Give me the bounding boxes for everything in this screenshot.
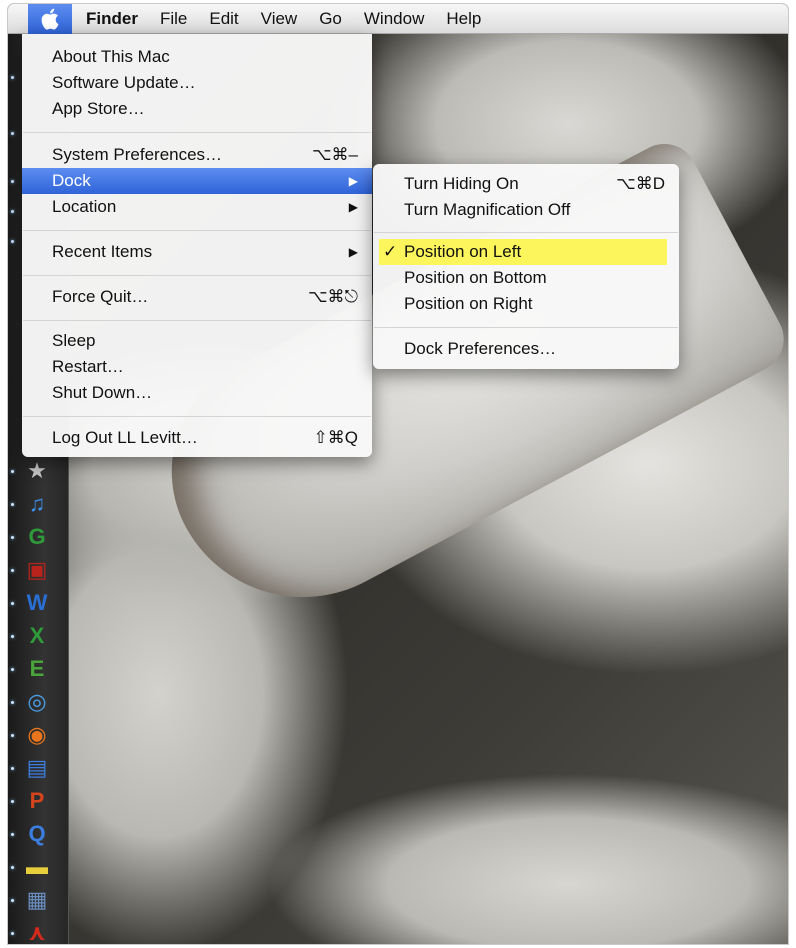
itunes-icon[interactable]: ♫ <box>22 489 52 519</box>
menu-item-label: Location <box>52 197 117 216</box>
excel-icon[interactable]: X <box>22 621 52 651</box>
menu-item-label: About This Mac <box>52 47 170 66</box>
menu-item-dock[interactable]: Dock ▶ <box>22 168 372 194</box>
menu-item-recent-items[interactable]: Recent Items ▶ <box>22 239 372 265</box>
menu-item-label: Restart… <box>52 357 124 376</box>
dock-running-indicator <box>11 76 14 79</box>
menu-item-system-preferences[interactable]: System Preferences… ⌥⌘– <box>22 142 372 168</box>
word-icon[interactable]: W <box>22 588 52 618</box>
menu-separator <box>23 132 371 133</box>
menu-go[interactable]: Go <box>319 4 342 34</box>
menu-item-about-this-mac[interactable]: About This Mac <box>22 44 372 70</box>
menu-item-label: Position on Left <box>404 242 522 261</box>
menu-view[interactable]: View <box>261 4 298 34</box>
dock-running-indicator <box>11 210 14 213</box>
safari-icon[interactable]: ◎ <box>22 687 52 717</box>
menu-item-label: Dock Preferences… <box>404 339 557 358</box>
menu-bar: Finder File Edit View Go Window Help <box>8 4 788 34</box>
dock-running-indicator <box>11 180 14 183</box>
apple-icon <box>41 8 59 30</box>
menu-edit[interactable]: Edit <box>209 4 238 34</box>
dock-running-indicator <box>11 899 14 902</box>
garageband-icon[interactable]: G <box>22 522 52 552</box>
dock-running-indicator <box>11 602 14 605</box>
menu-item-label: System Preferences… <box>52 145 223 164</box>
menu-item-position-on-bottom[interactable]: Position on Bottom <box>373 265 679 291</box>
menu-item-label: Turn Magnification Off <box>404 200 571 219</box>
menu-item-label: Recent Items <box>52 242 153 261</box>
dock-running-indicator <box>11 635 14 638</box>
submenu-arrow-icon: ▶ <box>348 200 358 214</box>
shortcut-label: ⌥⌘– <box>311 145 358 164</box>
menu-item-label: Dock <box>52 171 91 190</box>
menu-item-label: Shut Down… <box>52 383 153 402</box>
menu-item-turn-hiding-on[interactable]: Turn Hiding On ⌥⌘D <box>373 171 679 197</box>
submenu-arrow-icon: ▶ <box>348 245 358 259</box>
quicktime-icon[interactable]: Q <box>22 819 52 849</box>
menu-item-label: Software Update… <box>52 73 196 92</box>
menu-separator <box>374 327 678 328</box>
dock-submenu: Turn Hiding On ⌥⌘D Turn Magnification Of… <box>373 164 679 369</box>
submenu-arrow-icon: ▶ <box>348 174 358 188</box>
menu-item-position-on-right[interactable]: Position on Right <box>373 291 679 317</box>
menu-item-label: Force Quit… <box>52 287 149 306</box>
menu-item-location[interactable]: Location ▶ <box>22 194 372 220</box>
dock-running-indicator <box>11 800 14 803</box>
dock-running-indicator <box>11 932 14 935</box>
menu-item-sleep[interactable]: Sleep <box>22 328 372 354</box>
photo-booth-icon[interactable]: ▣ <box>22 555 52 585</box>
dock-running-indicator <box>11 569 14 572</box>
dock-running-indicator <box>11 767 14 770</box>
menu-separator <box>23 230 371 231</box>
firefox-icon[interactable]: ◉ <box>22 720 52 750</box>
menu-file[interactable]: File <box>160 4 187 34</box>
menu-separator <box>23 275 371 276</box>
menu-item-label: Turn Hiding On <box>404 174 519 193</box>
preview-icon[interactable]: ▦ <box>22 885 52 915</box>
dock-running-indicator <box>11 470 14 473</box>
menu-item-app-store[interactable]: App Store… <box>22 96 372 122</box>
acrobat-icon[interactable]: ⋏ <box>22 918 52 944</box>
menu-item-position-on-left[interactable]: ✓ Position on Left <box>379 239 667 265</box>
dock-running-indicator <box>11 833 14 836</box>
menu-item-label: Position on Bottom <box>404 268 547 287</box>
shortcut-label: ⌥⌘⎋ <box>307 287 358 306</box>
dock-running-indicator <box>11 503 14 506</box>
menu-item-label: Position on Right <box>404 294 533 313</box>
dock-running-indicator <box>11 668 14 671</box>
apple-menu-button[interactable] <box>28 4 72 34</box>
powerpoint-icon[interactable]: P <box>22 786 52 816</box>
checkmark-icon: ✓ <box>383 242 398 261</box>
menu-item-force-quit[interactable]: Force Quit… ⌥⌘⎋ <box>22 284 372 310</box>
stickies-icon[interactable]: ▬ <box>22 852 52 882</box>
menu-item-label: Sleep <box>52 331 96 350</box>
dock-running-indicator <box>11 701 14 704</box>
menu-separator <box>374 232 678 233</box>
apple-menu: About This Mac Software Update… App Stor… <box>22 34 372 457</box>
dock-running-indicator <box>11 866 14 869</box>
menu-finder[interactable]: Finder <box>86 4 138 34</box>
menu-item-label: Log Out LL Levitt… <box>52 428 198 447</box>
menu-help[interactable]: Help <box>446 4 481 34</box>
menu-item-shut-down[interactable]: Shut Down… <box>22 380 372 406</box>
imovie-star-icon[interactable]: ★ <box>22 456 52 486</box>
screen: ★ ♫ G ▣ W X E ◎ ◉ ▤ P Q ▬ ▦ ⋏ Finder File Edit View Go… <box>8 4 788 944</box>
scanner-icon[interactable]: ▤ <box>22 753 52 783</box>
dock-running-indicator <box>11 734 14 737</box>
menu-separator <box>23 416 371 417</box>
menu-item-log-out[interactable]: Log Out LL Levitt… ⇧⌘Q <box>22 425 372 451</box>
dock-running-indicator <box>11 536 14 539</box>
dock-running-indicator <box>11 132 14 135</box>
menu-item-turn-magnification-off[interactable]: Turn Magnification Off <box>373 197 679 223</box>
menu-item-label: App Store… <box>52 99 145 118</box>
shortcut-label: ⇧⌘Q <box>313 428 358 447</box>
shortcut-label: ⌥⌘D <box>616 174 665 193</box>
menu-item-restart[interactable]: Restart… <box>22 354 372 380</box>
menu-item-dock-preferences[interactable]: Dock Preferences… <box>373 336 679 362</box>
menu-window[interactable]: Window <box>364 4 424 34</box>
menu-item-software-update[interactable]: Software Update… <box>22 70 372 96</box>
dock-running-indicator <box>11 240 14 243</box>
menu-separator <box>23 320 371 321</box>
evernote-icon[interactable]: E <box>22 654 52 684</box>
